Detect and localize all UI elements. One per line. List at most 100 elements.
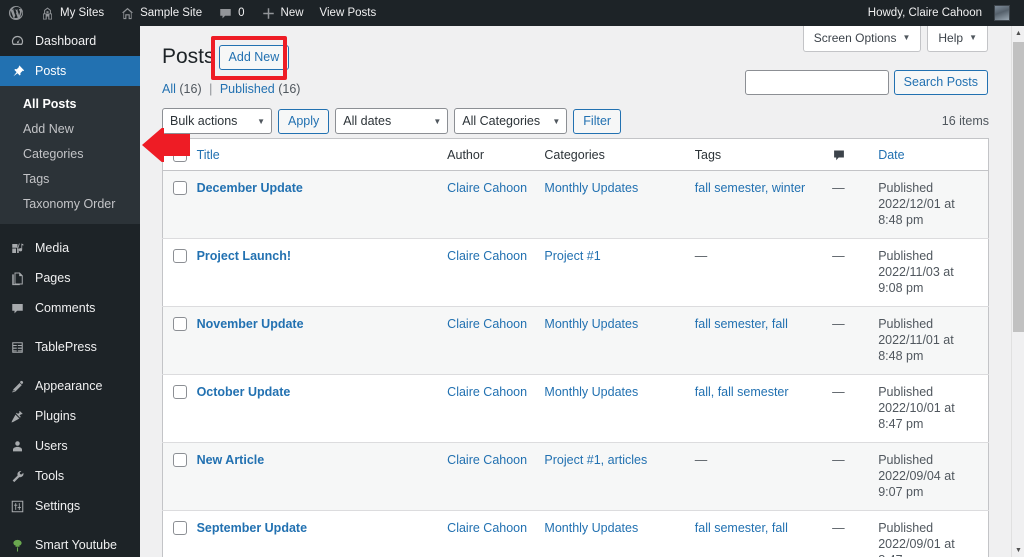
post-author-link[interactable]: Claire Cahoon [447, 385, 527, 399]
post-title-link[interactable]: Project Launch! [197, 249, 291, 263]
post-title-link[interactable]: New Article [197, 453, 265, 467]
column-header-date-label[interactable]: Date [878, 148, 904, 162]
sidebar-item-label: Pages [35, 271, 71, 285]
table-row: Project Launch! Claire Cahoon Project #1… [162, 238, 989, 307]
adminbar-site-name[interactable]: Sample Site [112, 0, 210, 26]
post-categories-link[interactable]: Project #1, articles [544, 453, 647, 467]
row-select-checkbox[interactable] [173, 317, 187, 331]
post-tags-link[interactable]: fall semester, winter [695, 181, 805, 195]
post-categories-link[interactable]: Monthly Updates [544, 181, 638, 195]
filter-link-published[interactable]: Published [220, 82, 275, 96]
row-select-checkbox[interactable] [173, 249, 187, 263]
adminbar-my-sites[interactable]: My Sites [32, 0, 112, 26]
add-new-button[interactable]: Add New [218, 44, 290, 70]
sidebar-item-users[interactable]: Users [0, 431, 140, 461]
sidebar-item-plugins[interactable]: Plugins [0, 401, 140, 431]
adminbar-view-posts-label: View Posts [319, 7, 377, 19]
add-new-wrapper: Add New [210, 35, 290, 80]
select-all-checkbox[interactable] [173, 148, 187, 162]
comment-bubble-icon [218, 6, 233, 21]
plus-icon [261, 6, 276, 21]
post-tags-link[interactable]: fall semester, fall [695, 317, 788, 331]
post-title-link[interactable]: October Update [197, 385, 291, 399]
column-header-title[interactable]: Title [196, 138, 448, 171]
row-select-checkbox[interactable] [173, 453, 187, 467]
post-comments-count: — [832, 453, 845, 467]
post-categories-link[interactable]: Monthly Updates [544, 521, 638, 535]
post-categories-link[interactable]: Monthly Updates [544, 317, 638, 331]
adminbar-new-content[interactable]: New [253, 0, 312, 26]
sidebar-item-dashboard[interactable]: Dashboard [0, 26, 140, 56]
screen-options-button[interactable]: Screen Options ▼ [802, 26, 922, 52]
scrollbar-down-arrow[interactable]: ▼ [1012, 543, 1024, 557]
sidebar-item-media[interactable]: Media [0, 233, 140, 263]
sidebar-item-smart-youtube[interactable]: Smart Youtube [0, 530, 140, 557]
post-author-link[interactable]: Claire Cahoon [447, 521, 527, 535]
row-title-cell: November Update [196, 306, 448, 375]
items-count-label: 16 items [941, 114, 989, 128]
adminbar-right-group: Howdy, Claire Cahoon [860, 0, 1024, 26]
search-input[interactable] [744, 70, 889, 95]
screen-meta-links: Screen Options ▼ Help ▼ [802, 26, 988, 52]
sidebar-item-tools[interactable]: Tools [0, 461, 140, 491]
adminbar-howdy-label: Howdy, Claire Cahoon [867, 7, 982, 19]
adminbar-my-account[interactable]: Howdy, Claire Cahoon [860, 0, 1018, 26]
post-author-link[interactable]: Claire Cahoon [447, 453, 527, 467]
sidebar-item-settings[interactable]: Settings [0, 491, 140, 521]
post-author-link[interactable]: Claire Cahoon [447, 249, 527, 263]
adminbar-comments[interactable]: 0 [210, 0, 252, 26]
admin-sidebar-menu: Dashboard Posts All Posts Add New Catego… [0, 26, 140, 557]
sidebar-item-add-new[interactable]: Add New [0, 117, 140, 142]
main-content-area: Screen Options ▼ Help ▼ Posts Add New Se… [140, 26, 1011, 557]
post-categories-link[interactable]: Project #1 [544, 249, 600, 263]
sidebar-item-posts[interactable]: Posts [0, 56, 140, 86]
post-author-link[interactable]: Claire Cahoon [447, 317, 527, 331]
row-date-cell: Published 2022/11/03 at 9:08 pm [878, 238, 989, 307]
column-header-title-label[interactable]: Title [197, 148, 220, 162]
filter-link-all-label: All [162, 82, 176, 96]
post-title-link[interactable]: December Update [197, 181, 303, 195]
bulk-actions-select[interactable]: Bulk actions [162, 108, 272, 134]
column-header-date[interactable]: Date [878, 138, 989, 171]
sidebar-item-label: Comments [35, 301, 96, 315]
row-select-checkbox[interactable] [173, 181, 187, 195]
sidebar-item-taxonomy-order[interactable]: Taxonomy Order [0, 192, 140, 217]
sidebar-item-categories[interactable]: Categories [0, 142, 140, 167]
search-posts-button[interactable]: Search Posts [893, 70, 988, 95]
category-filter-select[interactable]: All Categories [454, 108, 568, 134]
apply-button[interactable]: Apply [278, 108, 330, 134]
adminbar-my-sites-label: My Sites [60, 7, 105, 19]
filter-separator: | [209, 82, 213, 96]
row-select-checkbox[interactable] [173, 385, 187, 399]
adminbar-wordpress-logo[interactable] [0, 0, 32, 26]
filter-button[interactable]: Filter [573, 108, 622, 134]
sidebar-item-tags[interactable]: Tags [0, 167, 140, 192]
row-tags-cell: fall semester, fall [694, 510, 833, 557]
post-author-link[interactable]: Claire Cahoon [447, 181, 527, 195]
post-date-value: 2022/11/01 at 8:48 pm [878, 333, 954, 363]
post-categories-link[interactable]: Monthly Updates [544, 385, 638, 399]
help-button[interactable]: Help ▼ [927, 26, 988, 52]
post-tags-link[interactable]: fall, fall semester [695, 385, 789, 399]
post-comments-count: — [832, 521, 845, 535]
adminbar-view-posts[interactable]: View Posts [312, 0, 385, 26]
row-date-cell: Published 2022/12/01 at 8:48 pm [878, 170, 989, 239]
post-title-link[interactable]: November Update [197, 317, 304, 331]
sidebar-item-all-posts[interactable]: All Posts [0, 92, 140, 117]
row-select-checkbox[interactable] [173, 521, 187, 535]
column-header-comments[interactable] [832, 138, 879, 171]
scrollbar-thumb[interactable] [1013, 42, 1024, 332]
column-header-author: Author [447, 138, 545, 171]
page-scrollbar[interactable]: ▲ ▼ [1011, 26, 1024, 557]
sidebar-item-comments[interactable]: Comments [0, 293, 140, 323]
post-tags-link[interactable]: fall semester, fall [695, 521, 788, 535]
filter-link-all[interactable]: All [162, 82, 176, 96]
sidebar-item-pages[interactable]: Pages [0, 263, 140, 293]
scrollbar-up-arrow[interactable]: ▲ [1012, 26, 1024, 40]
sidebar-item-tablepress[interactable]: TablePress [0, 332, 140, 362]
post-comments-count: — [832, 181, 845, 195]
post-title-link[interactable]: September Update [197, 521, 307, 535]
sidebar-item-appearance[interactable]: Appearance [0, 371, 140, 401]
date-filter-select[interactable]: All dates [335, 108, 449, 134]
column-header-categories: Categories [544, 138, 695, 171]
